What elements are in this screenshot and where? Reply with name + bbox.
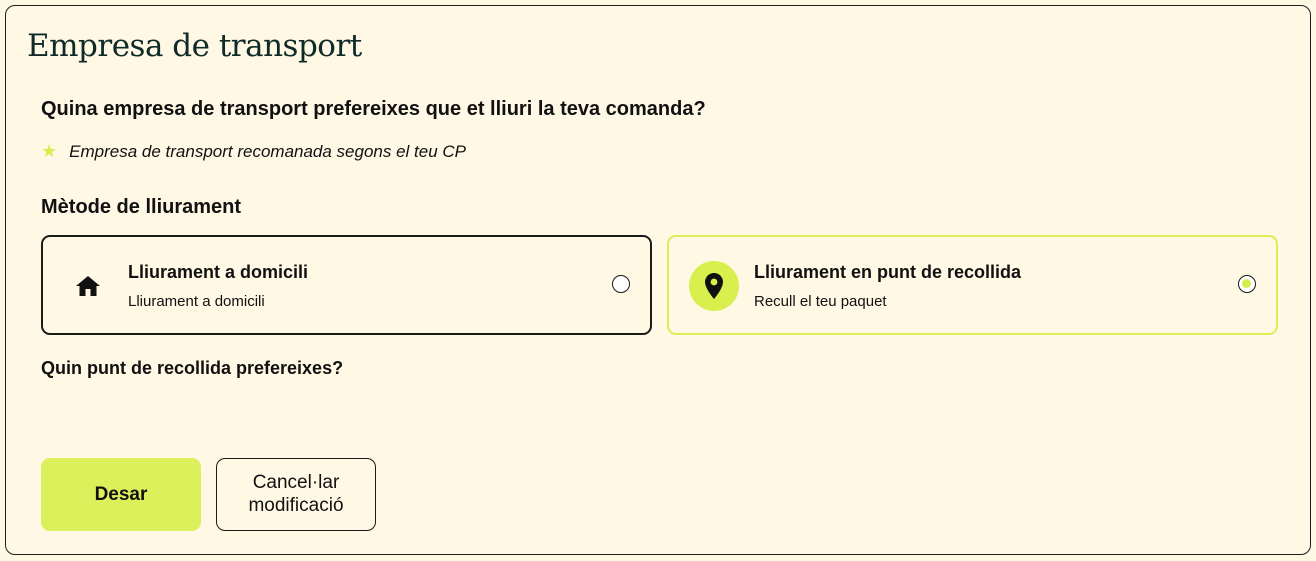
home-icon: [63, 261, 113, 311]
option-pickup-point[interactable]: Lliurament en punt de recollida Recull e…: [667, 235, 1278, 335]
page-title: Empresa de transport: [27, 28, 362, 64]
option-home-title: Lliurament a domicili: [128, 262, 309, 282]
cancel-modification-button[interactable]: Cancel·lar modificació: [216, 458, 376, 531]
pickup-point-question: Quin punt de recollida prefereixes?: [41, 358, 344, 378]
save-button[interactable]: Desar: [41, 458, 201, 531]
option-home-delivery[interactable]: Lliurament a domicili Lliurament a domic…: [41, 235, 652, 335]
location-pin-icon: [689, 261, 739, 311]
transport-question: Quina empresa de transport prefereixes q…: [41, 98, 706, 120]
option-home-subtitle: Lliurament a domicili: [128, 293, 265, 310]
option-pickup-title: Lliurament en punt de recollida: [754, 262, 1022, 282]
star-icon: ★: [41, 141, 58, 161]
delivery-method-label: Mètode de lliurament: [41, 196, 242, 218]
option-pickup-subtitle: Recull el teu paquet: [754, 293, 887, 310]
recommendation-note: ★ Empresa de transport recomanada segons…: [41, 141, 466, 162]
home-delivery-radio[interactable]: [612, 275, 630, 293]
pickup-point-radio[interactable]: [1238, 275, 1256, 293]
transport-company-panel: Empresa de transport Quina empresa de tr…: [5, 5, 1311, 555]
recommendation-text: Empresa de transport recomanada segons e…: [69, 141, 467, 161]
